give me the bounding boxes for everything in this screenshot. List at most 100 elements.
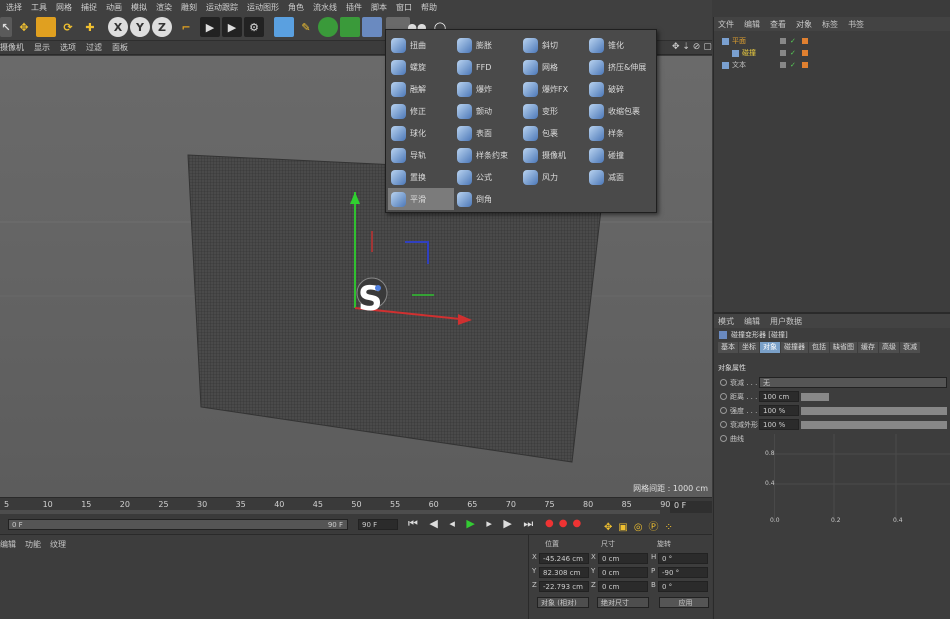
attribute-tab[interactable]: 高级 xyxy=(879,342,899,353)
apply-button[interactable]: 应用 xyxy=(659,597,709,608)
enable-check-icon[interactable]: ✓ xyxy=(790,37,796,45)
subdivision-icon[interactable] xyxy=(318,17,338,37)
deformer-item[interactable]: 样条约束 xyxy=(454,144,520,166)
field-slider[interactable] xyxy=(801,407,947,415)
deformer-item[interactable]: 碰撞 xyxy=(586,144,652,166)
field-radio[interactable] xyxy=(720,393,727,400)
deformer-item[interactable]: 摄像机 xyxy=(520,144,586,166)
y-axis-lock-icon[interactable]: Y xyxy=(130,17,150,37)
visibility-toggle-icon[interactable] xyxy=(780,62,786,68)
object-row[interactable]: 平面 ✓ xyxy=(714,35,950,47)
rotation-field[interactable]: -90 ° xyxy=(658,567,708,578)
menu-item[interactable]: 帮助 xyxy=(421,2,437,13)
keyframe-controls[interactable]: ●●● xyxy=(545,518,586,529)
material-menu-item[interactable]: 纹理 xyxy=(50,539,66,550)
menu-item[interactable]: 捕捉 xyxy=(81,2,97,13)
material-menu-item[interactable]: 功能 xyxy=(25,539,41,550)
timeline-track[interactable] xyxy=(0,510,660,514)
scale-tool-icon[interactable] xyxy=(36,17,56,37)
deformer-icon[interactable] xyxy=(362,17,382,37)
deformer-item[interactable]: 膨胀 xyxy=(454,34,520,56)
field-radio[interactable] xyxy=(720,421,727,428)
menu-item[interactable]: 角色 xyxy=(288,2,304,13)
attribute-tab[interactable]: 基本 xyxy=(718,342,738,353)
object-menu-item[interactable]: 文件 xyxy=(718,19,734,30)
position-field[interactable]: -22.793 cm xyxy=(539,581,589,592)
object-menu-item[interactable]: 标签 xyxy=(822,19,838,30)
object-menu-item[interactable]: 编辑 xyxy=(744,19,760,30)
deformer-item[interactable]: 收缩包裹 xyxy=(586,100,652,122)
play-icon[interactable]: ▶ xyxy=(466,517,478,530)
viewport-menu-item[interactable]: 选项 xyxy=(60,42,76,53)
object-menu-item[interactable]: 对象 xyxy=(796,19,812,30)
timeline[interactable]: 0 F 5 10 15 20 25 30 35 40 45 50 55 60 65 70 75 80 85 90 xyxy=(0,497,712,516)
size-mode-dropdown[interactable]: 绝对尺寸 xyxy=(597,597,649,608)
attribute-tab[interactable]: 坐标 xyxy=(739,342,759,353)
tag-icon[interactable] xyxy=(801,38,808,44)
deformer-item[interactable]: 融解 xyxy=(388,78,454,100)
menu-item[interactable]: 工具 xyxy=(31,2,47,13)
render-view-icon[interactable]: ▶ xyxy=(200,17,220,37)
field-value[interactable]: 无 xyxy=(759,377,947,388)
rotate-tool-icon[interactable]: ⟳ xyxy=(58,17,78,37)
attribute-menu-item[interactable]: 模式 xyxy=(718,316,734,327)
coord-mode-dropdown[interactable]: 对象 (相对) xyxy=(537,597,589,608)
field-radio[interactable] xyxy=(720,407,727,414)
deformer-item[interactable]: 螺旋 xyxy=(388,56,454,78)
position-field[interactable]: -45.246 cm xyxy=(539,553,589,564)
end-frame-field[interactable]: 90 F xyxy=(358,519,398,530)
coordinate-system-icon[interactable]: ⌐ xyxy=(176,17,196,37)
position-field[interactable]: 82.308 cm xyxy=(539,567,589,578)
key-mode-icons[interactable]: ✥▣◎Ⓟ⁘ xyxy=(604,518,679,533)
field-value[interactable]: 100 % xyxy=(759,419,799,430)
falloff-curve-graph[interactable] xyxy=(774,434,950,534)
deformer-item[interactable]: 平滑 xyxy=(388,188,454,210)
deformer-item[interactable]: 减面 xyxy=(586,166,652,188)
attribute-tab[interactable]: 对象 xyxy=(760,342,780,353)
render-settings-icon[interactable]: ⚙ xyxy=(244,17,264,37)
viewport-menu-item[interactable]: 面板 xyxy=(112,42,128,53)
size-field[interactable]: 0 cm xyxy=(598,567,648,578)
rotation-field[interactable]: 0 ° xyxy=(658,553,708,564)
attribute-tab[interactable]: 缓存 xyxy=(858,342,878,353)
attribute-tab[interactable]: 衰减 xyxy=(900,342,920,353)
menu-item[interactable]: 窗口 xyxy=(396,2,412,13)
playback-controls[interactable]: ⏮ ◀ ◂ ▶ ▸ ▶ ⏭ xyxy=(408,517,537,531)
deformer-item[interactable]: 颤动 xyxy=(454,100,520,122)
menu-item[interactable]: 动画 xyxy=(106,2,122,13)
menu-item[interactable]: 选择 xyxy=(6,2,22,13)
current-frame-field[interactable]: 0 F xyxy=(670,501,712,513)
object-row[interactable]: 碰撞 ✓ xyxy=(714,47,950,59)
object-row[interactable]: 文本 ✓ xyxy=(714,59,950,71)
field-radio[interactable] xyxy=(720,379,727,386)
deformer-item[interactable]: 包裹 xyxy=(520,122,586,144)
menu-item[interactable]: 运动图形 xyxy=(247,2,279,13)
deformer-item[interactable]: 倒角 xyxy=(454,188,520,210)
deformer-item[interactable]: 修正 xyxy=(388,100,454,122)
menu-item[interactable]: 模拟 xyxy=(131,2,147,13)
material-menu-item[interactable]: 编辑 xyxy=(0,539,16,550)
enable-check-icon[interactable]: ✓ xyxy=(790,61,796,69)
frame-range-slider[interactable]: 0 F 90 F xyxy=(8,519,348,530)
menu-item[interactable]: 脚本 xyxy=(371,2,387,13)
deformer-item[interactable]: 球化 xyxy=(388,122,454,144)
tag-icon[interactable] xyxy=(801,62,808,68)
deformer-item[interactable]: 表面 xyxy=(454,122,520,144)
menu-item[interactable]: 插件 xyxy=(346,2,362,13)
menu-item[interactable]: 雕刻 xyxy=(181,2,197,13)
recent-tool-icon[interactable]: ✚ xyxy=(80,17,100,37)
deformer-item[interactable]: 破碎 xyxy=(586,78,652,100)
deformer-item[interactable]: 风力 xyxy=(520,166,586,188)
cube-object-icon[interactable] xyxy=(274,17,294,37)
viewport-menu-item[interactable]: 摄像机 xyxy=(0,42,24,53)
z-axis-lock-icon[interactable]: Z xyxy=(152,17,172,37)
enable-check-icon[interactable]: ✓ xyxy=(790,49,796,57)
generator-icon[interactable] xyxy=(340,17,360,37)
rotation-field[interactable]: 0 ° xyxy=(658,581,708,592)
field-value[interactable]: 100 % xyxy=(759,405,799,416)
deformer-item[interactable]: 锥化 xyxy=(586,34,652,56)
attribute-menu-item[interactable]: 编辑 xyxy=(744,316,760,327)
size-field[interactable]: 0 cm xyxy=(598,581,648,592)
deformer-item[interactable]: 变形 xyxy=(520,100,586,122)
attribute-menu-item[interactable]: 用户数据 xyxy=(770,316,802,327)
